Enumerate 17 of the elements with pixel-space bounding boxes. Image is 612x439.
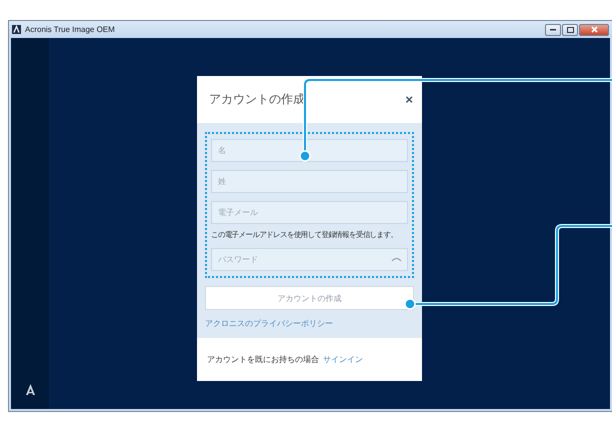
password-field[interactable]: パスワード (211, 248, 408, 271)
close-button[interactable] (579, 24, 609, 36)
maximize-button[interactable] (562, 24, 578, 36)
close-icon (590, 26, 598, 33)
app-icon (12, 25, 21, 34)
minimize-button[interactable] (545, 24, 561, 36)
input-field[interactable]: 名 (211, 139, 408, 162)
maximize-icon (566, 26, 574, 32)
minimize-icon (550, 28, 556, 30)
logo-icon (24, 384, 36, 395)
sign-in-link[interactable]: サインイン (323, 354, 363, 365)
footer-text: アカウントを既にお持ちの場合 (207, 354, 319, 365)
input-field[interactable]: 電子メール (211, 201, 408, 224)
window-title: Acronis True Image OEM (25, 25, 115, 34)
privacy-link[interactable]: アクロニスのプライバシーポリシー (205, 318, 414, 329)
close-button[interactable]: × (405, 92, 413, 107)
input-field[interactable]: 姓 (211, 170, 408, 193)
